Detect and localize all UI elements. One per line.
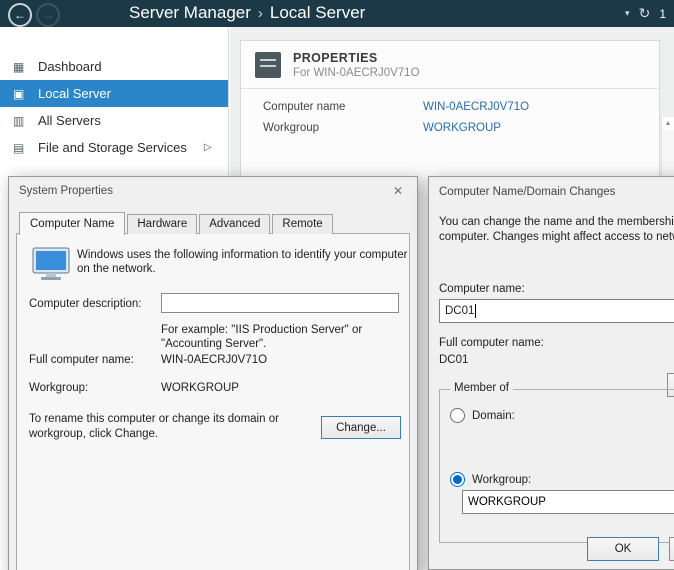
workgroup-label: Workgroup: [29,382,161,394]
back-button[interactable]: ← [8,3,32,27]
server-icon: ▣ [13,87,28,101]
scroll-up-icon: ▲ [665,120,672,127]
computer-name-label: Computer name: [439,283,525,295]
close-icon: ✕ [393,184,403,198]
scroll-up-button[interactable]: ▲ [662,117,674,130]
computer-description-input[interactable] [161,293,399,313]
property-row-workgroup: Workgroup WORKGROUP [263,117,659,138]
forward-button[interactable]: → [36,3,60,27]
sidebar-item-label: Local Server [38,86,111,101]
properties-title: PROPERTIES [293,51,420,65]
topbar-actions: ▾ ↻ 1 [625,0,666,27]
full-computer-name-label: Full computer name: [439,337,544,349]
property-label: Workgroup [263,122,423,134]
breadcrumb-separator-icon: › [251,5,270,22]
description-example-text: For example: "IIS Production Server" or … [161,323,383,351]
server-icon [255,52,281,78]
refresh-icon[interactable]: ↻ [639,5,651,22]
close-button[interactable]: ✕ [383,177,413,205]
sidebar-item-all-servers[interactable]: ▥ All Servers [0,107,228,134]
server-manager-window: ← → Server Manager›Local Server ▾ ↻ 1 ▦ … [0,0,674,570]
property-row-computer-name: Computer name WIN-0AECRJ0V71O [263,96,659,117]
intro-line-1: You can change the name and the membersh… [439,215,674,230]
forward-arrow-icon: → [42,8,54,22]
expand-chevron-icon[interactable]: ▷ [204,142,212,153]
radio-unchecked-icon [450,408,465,423]
full-computer-name-row: Full computer name: WIN-0AECRJ0V71O [29,354,267,366]
tab-remote[interactable]: Remote [272,214,332,234]
text-cursor [475,304,476,318]
member-of-label: Member of [450,382,513,394]
domain-radio-label: Domain: [472,410,515,422]
workgroup-radio[interactable]: Workgroup: [450,472,531,487]
monitor-icon [31,247,71,283]
tab-hardware[interactable]: Hardware [127,214,197,234]
servers-icon: ▥ [13,114,28,128]
dialog-title: System Properties [9,177,417,205]
back-arrow-icon: ← [14,8,26,22]
breadcrumb: Server Manager›Local Server [129,0,365,27]
properties-list: Computer name WIN-0AECRJ0V71O Workgroup … [241,89,659,138]
change-button[interactable]: Change... [321,416,401,439]
full-computer-name-value: WIN-0AECRJ0V71O [161,354,267,366]
system-properties-dialog: System Properties ✕ Computer Name Hardwa… [8,176,418,570]
dropdown-caret-icon[interactable]: ▾ [625,8,630,19]
sidebar-item-label: Dashboard [38,59,102,74]
sidebar-item-label: All Servers [38,113,101,128]
notification-count[interactable]: 1 [659,7,666,21]
sidebar-item-local-server[interactable]: ▣ Local Server [0,80,228,107]
computer-name-value: DC01 [445,305,474,317]
workgroup-row: Workgroup: WORKGROUP [29,382,239,394]
app-title: Server Manager [129,3,251,22]
workgroup-input[interactable] [462,490,674,514]
computer-name-domain-changes-dialog: Computer Name/Domain Changes You can cha… [428,176,674,570]
intro-line-2: computer. Changes might affect access to… [439,230,674,245]
properties-header: PROPERTIES For WIN-0AECRJ0V71O [241,41,659,89]
topbar: ← → Server Manager›Local Server ▾ ↻ 1 [0,0,674,27]
sidebar-item-label: File and Storage Services [38,140,187,155]
tab-computer-name[interactable]: Computer Name [19,212,125,235]
storage-icon: ▤ [13,141,28,155]
workgroup-value: WORKGROUP [161,382,239,394]
domain-radio[interactable]: Domain: [450,408,515,423]
computer-name-input[interactable]: DC01 [439,299,674,323]
full-computer-name-label: Full computer name: [29,354,161,366]
cancel-button[interactable] [669,537,674,561]
computer-name-link[interactable]: WIN-0AECRJ0V71O [423,101,529,113]
tab-strip: Computer Name Hardware Advanced Remote [19,209,335,234]
property-label: Computer name [263,101,423,113]
sidebar-item-file-storage-services[interactable]: ▤ File and Storage Services ▷ [0,134,228,161]
rename-hint-text: To rename this computer or change its do… [29,412,297,442]
workgroup-link[interactable]: WORKGROUP [423,122,501,134]
radio-checked-icon [450,472,465,487]
intro-text: You can change the name and the membersh… [439,215,674,245]
full-computer-name-value: DC01 [439,354,468,366]
workgroup-radio-label: Workgroup: [472,474,531,486]
sidebar-item-dashboard[interactable]: ▦ Dashboard [0,53,228,80]
member-of-group: Member of Domain: Workgroup: [439,389,674,543]
computer-description-label: Computer description: [29,298,142,310]
properties-subtitle: For WIN-0AECRJ0V71O [293,67,420,79]
ok-button[interactable]: OK [587,537,659,561]
tab-advanced[interactable]: Advanced [199,214,270,234]
breadcrumb-current: Local Server [270,3,365,22]
computer-name-tab-page: Windows uses the following information t… [16,233,410,570]
dialog-title: Computer Name/Domain Changes [439,186,615,198]
intro-text: Windows uses the following information t… [77,248,409,276]
dashboard-icon: ▦ [13,60,28,74]
